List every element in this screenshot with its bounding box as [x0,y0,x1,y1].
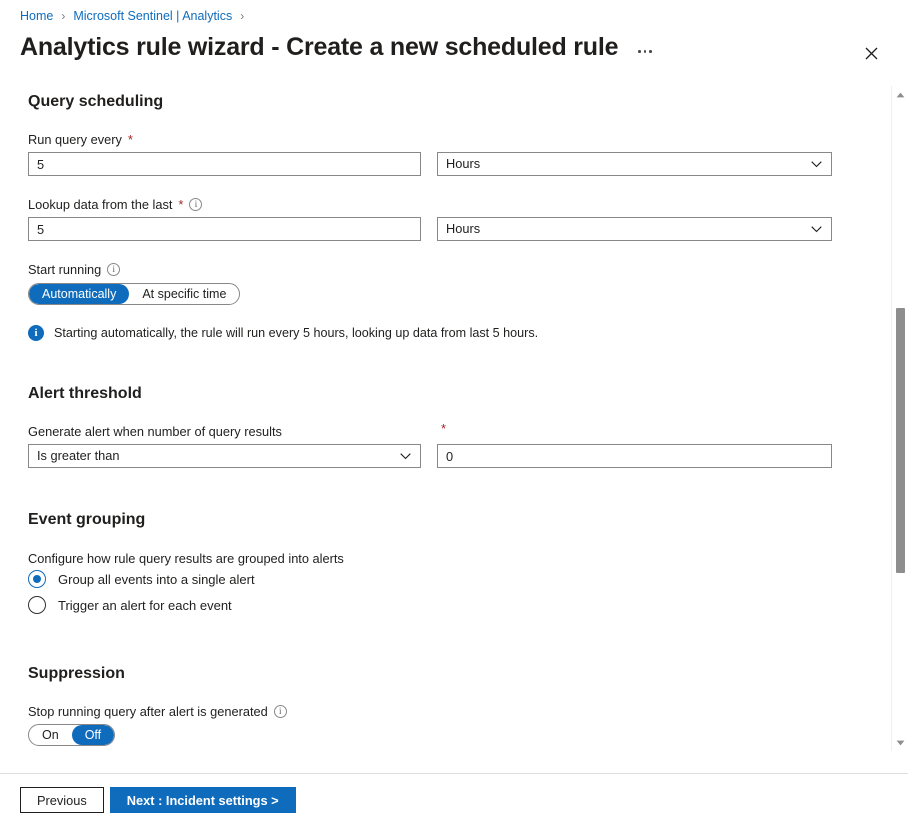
next-incident-settings-button[interactable]: Next : Incident settings > [110,787,296,813]
lookup-data-unit-select[interactable]: Hours [437,217,832,241]
breadcrumb-separator-icon: › [53,9,73,23]
label-stop-running-query: Stop running query after alert is genera… [28,704,287,719]
scrollbar-thumb[interactable] [896,308,905,573]
breadcrumb-item-microsoft-sentinel-analytics[interactable]: Microsoft Sentinel | Analytics [73,9,232,23]
start-running-option-at-specific-time[interactable]: At specific time [129,284,239,304]
info-icon-3[interactable]: i [274,705,287,718]
title-row: Analytics rule wizard - Create a new sch… [20,33,888,62]
required-asterisk: * [128,133,133,146]
scroll-down-arrow-icon[interactable] [892,734,908,751]
section-heading-suppression: Suppression [28,665,125,683]
chevron-down-icon [811,153,822,175]
run-query-every-unit-value: Hours [446,153,480,175]
label-threshold-required: * [441,422,446,435]
label-run-query-every: Run query every * [28,132,133,147]
close-icon[interactable] [856,38,886,68]
chevron-down-icon-2 [811,218,822,240]
alert-threshold-value-input[interactable] [437,444,832,468]
run-query-every-unit-select[interactable]: Hours [437,152,832,176]
lookup-data-unit-value: Hours [446,218,480,240]
breadcrumb: Home › Microsoft Sentinel | Analytics › [20,9,252,23]
event-grouping-option-group-all[interactable]: Group all events into a single alert [28,570,255,588]
page-title: Analytics rule wizard - Create a new sch… [20,33,618,62]
suppression-toggle[interactable]: On Off [28,724,115,746]
suppression-option-off[interactable]: Off [72,725,114,745]
section-heading-query-scheduling: Query scheduling [28,93,163,111]
breadcrumb-item-home[interactable]: Home [20,9,53,23]
chevron-down-icon-3 [400,445,411,467]
alert-threshold-operator-select[interactable]: Is greater than [28,444,421,468]
vertical-scrollbar[interactable] [891,86,908,751]
label-run-query-every-text: Run query every [28,132,122,147]
radio-selected-icon[interactable] [28,570,46,588]
start-running-toggle[interactable]: Automatically At specific time [28,283,240,305]
section-heading-event-grouping: Event grouping [28,511,145,529]
label-start-running-text: Start running [28,262,101,277]
label-start-running: Start running i [28,262,120,277]
required-asterisk-2: * [178,198,183,211]
info-icon-2[interactable]: i [107,263,120,276]
run-query-every-input[interactable] [28,152,421,176]
required-asterisk-3: * [441,422,446,435]
info-icon[interactable]: i [189,198,202,211]
event-grouping-option-each-event-label: Trigger an alert for each event [58,598,232,613]
event-grouping-description: Configure how rule query results are gro… [28,551,344,566]
scheduling-info-message: i Starting automatically, the rule will … [28,325,538,341]
analytics-rule-wizard-blade: Home › Microsoft Sentinel | Analytics › … [0,0,908,833]
suppression-option-on[interactable]: On [29,725,72,745]
section-heading-alert-threshold: Alert threshold [28,385,142,403]
scroll-content: Query scheduling Run query every * Hours… [0,85,908,773]
previous-button[interactable]: Previous [20,787,104,813]
footer-divider [0,773,908,774]
alert-threshold-operator-value: Is greater than [37,445,120,467]
info-filled-icon: i [28,325,44,341]
start-running-option-automatically[interactable]: Automatically [29,284,129,304]
scheduling-info-message-text: Starting automatically, the rule will ru… [54,326,538,340]
event-grouping-option-each-event[interactable]: Trigger an alert for each event [28,596,232,614]
scroll-up-arrow-icon[interactable] [892,86,908,103]
ellipsis-icon[interactable] [634,46,656,57]
label-generate-alert-text: Generate alert when number of query resu… [28,424,282,439]
scrollbar-track[interactable] [892,103,908,734]
event-grouping-description-text: Configure how rule query results are gro… [28,551,344,566]
event-grouping-option-group-all-label: Group all events into a single alert [58,572,255,587]
radio-unselected-icon[interactable] [28,596,46,614]
label-lookup-data: Lookup data from the last * i [28,197,202,212]
label-lookup-data-text: Lookup data from the last [28,197,172,212]
wizard-footer: Previous Next : Incident settings > [20,787,296,813]
lookup-data-input[interactable] [28,217,421,241]
label-generate-alert: Generate alert when number of query resu… [28,424,282,439]
breadcrumb-separator-icon-2: › [232,9,252,23]
label-stop-running-query-text: Stop running query after alert is genera… [28,704,268,719]
